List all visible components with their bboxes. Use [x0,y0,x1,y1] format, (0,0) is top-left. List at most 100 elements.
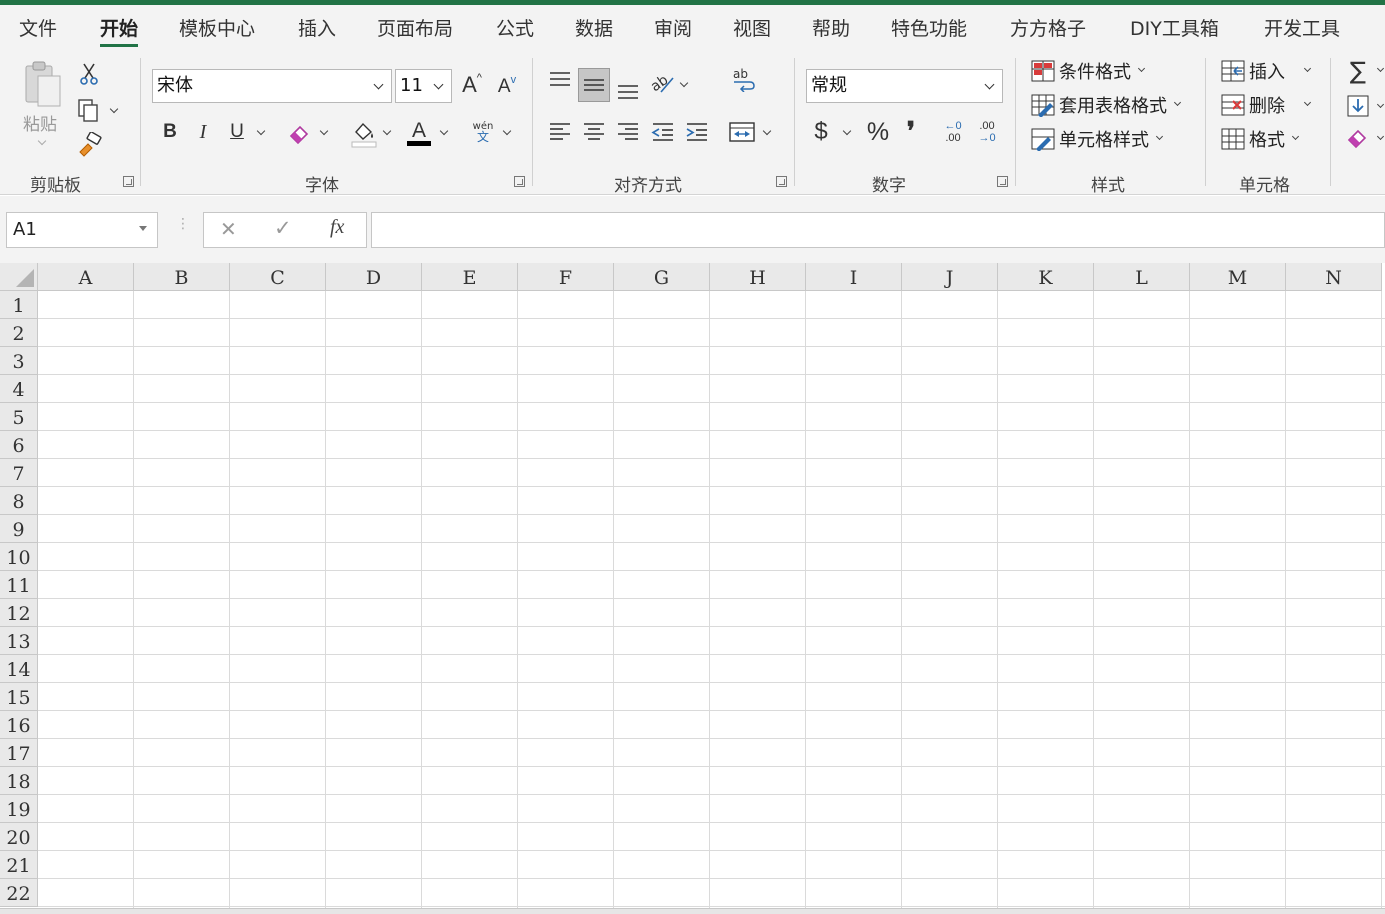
tab-home[interactable]: 开始 [100,14,139,47]
clear-format-icon[interactable] [286,120,312,146]
font-size-select[interactable]: 11 [395,69,452,103]
tab-file[interactable]: 文件 [19,14,57,41]
row-header[interactable]: 21 [0,851,38,879]
autosum-dropdown-icon[interactable] [1376,64,1385,73]
fill-color-icon[interactable] [350,118,378,148]
column-header[interactable]: G [614,263,710,291]
increase-decimal-icon[interactable]: ←0 .00 [938,116,968,148]
cut-icon[interactable] [78,62,100,86]
format-as-table-button[interactable]: 套用表格格式 [1030,92,1182,118]
conditional-formatting-button[interactable]: 条件格式 [1030,58,1146,84]
tab-developer[interactable]: 开发工具 [1264,14,1340,41]
name-box[interactable]: A1 [6,212,158,248]
column-header[interactable]: J [902,263,998,291]
tab-view[interactable]: 视图 [733,14,771,41]
row-header[interactable]: 8 [0,487,38,515]
tab-special-features[interactable]: 特色功能 [891,14,967,41]
paste-label[interactable]: 粘贴 [23,110,57,135]
row-header[interactable]: 7 [0,459,38,487]
fill-down-icon[interactable] [1346,94,1370,118]
fill-color-dropdown-icon[interactable] [382,126,392,136]
column-header[interactable]: A [38,263,134,291]
paste-icon[interactable] [22,60,66,112]
tab-diy-toolbox[interactable]: DIY工具箱 [1130,14,1219,41]
clear-dropdown-icon[interactable] [1376,132,1385,141]
italic-button[interactable]: I [193,118,213,146]
tab-formulas[interactable]: 公式 [496,14,534,41]
phonetic-dropdown-icon[interactable] [502,126,512,136]
select-all-corner[interactable] [0,263,38,291]
cell-styles-button[interactable]: 单元格样式 [1030,126,1164,152]
tab-help[interactable]: 帮助 [812,14,850,41]
row-header[interactable]: 12 [0,599,38,627]
comma-style-button[interactable]: ❜ [902,116,920,148]
orientation-dropdown-icon[interactable] [679,78,689,88]
paste-dropdown-icon[interactable] [37,136,47,146]
wrap-text-icon[interactable]: ab [730,66,756,92]
decrease-font-icon[interactable]: Av [494,72,520,102]
row-header[interactable]: 6 [0,431,38,459]
column-header[interactable]: H [710,263,806,291]
column-header[interactable]: L [1094,263,1190,291]
name-box-dropdown-icon[interactable] [139,226,147,231]
tab-template-center[interactable]: 模板中心 [179,14,255,41]
format-painter-icon[interactable] [76,132,104,158]
column-header[interactable]: B [134,263,230,291]
orientation-icon[interactable]: ab [649,70,677,96]
row-header[interactable]: 16 [0,711,38,739]
column-header[interactable]: F [518,263,614,291]
copy-dropdown-icon[interactable] [109,104,119,114]
clipboard-launcher-icon[interactable] [123,176,134,187]
decrease-decimal-icon[interactable]: .00 →0 [972,116,1002,148]
font-color-dropdown-icon[interactable] [439,126,449,136]
currency-button[interactable]: $ [811,116,831,148]
align-center-icon[interactable] [581,120,607,144]
align-bottom-icon[interactable] [615,78,641,100]
insert-cells-button[interactable]: 插入 [1220,58,1312,84]
decrease-indent-icon[interactable] [650,120,676,144]
currency-dropdown-icon[interactable] [842,126,852,136]
row-header[interactable]: 2 [0,319,38,347]
row-header[interactable]: 18 [0,767,38,795]
align-top-icon[interactable] [547,70,573,92]
row-header[interactable]: 1 [0,291,38,319]
row-header[interactable]: 10 [0,543,38,571]
formula-input[interactable] [371,212,1385,248]
underline-button[interactable]: U [226,118,248,146]
column-header[interactable]: I [806,263,902,291]
row-header[interactable]: 11 [0,571,38,599]
percent-button[interactable]: % [864,116,892,148]
row-header[interactable]: 20 [0,823,38,851]
enter-icon[interactable]: ✓ [274,216,292,240]
alignment-launcher-icon[interactable] [776,176,787,187]
row-header[interactable]: 17 [0,739,38,767]
column-header[interactable]: E [422,263,518,291]
insert-function-icon[interactable]: fx [330,216,344,239]
row-header[interactable]: 22 [0,879,38,907]
row-header[interactable]: 4 [0,375,38,403]
tab-fangfang[interactable]: 方方格子 [1010,14,1086,41]
align-left-icon[interactable] [547,120,573,144]
underline-dropdown-icon[interactable] [256,126,266,136]
number-launcher-icon[interactable] [997,176,1008,187]
font-launcher-icon[interactable] [514,176,525,187]
row-header[interactable]: 14 [0,655,38,683]
tab-insert[interactable]: 插入 [298,14,336,41]
column-header[interactable]: C [230,263,326,291]
cancel-icon[interactable]: ✕ [220,217,237,241]
fill-dropdown-icon[interactable] [1376,100,1385,109]
column-header[interactable]: K [998,263,1094,291]
tab-review[interactable]: 审阅 [654,14,692,41]
drag-handle-icon[interactable]: ⋮ [176,217,190,231]
align-middle-icon[interactable] [578,68,610,102]
cell-area[interactable] [38,291,1385,914]
font-color-icon[interactable]: A [405,116,433,148]
font-name-select[interactable]: 宋体 [152,69,392,103]
tab-page-layout[interactable]: 页面布局 [377,14,453,41]
number-format-select[interactable]: 常规 [806,69,1003,103]
increase-font-icon[interactable]: A ^ [459,70,485,100]
tab-data[interactable]: 数据 [575,14,613,41]
merge-dropdown-icon[interactable] [762,126,772,136]
autosum-icon[interactable]: ∑ [1346,56,1370,86]
clear-icon[interactable] [1346,126,1370,150]
